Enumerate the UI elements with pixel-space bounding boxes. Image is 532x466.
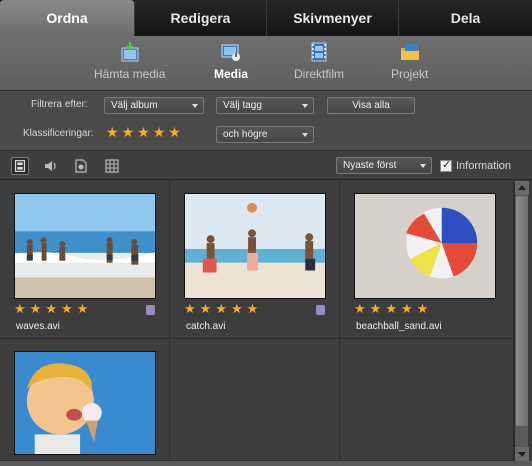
- star-icon[interactable]: ★: [168, 125, 181, 139]
- media-filename: waves.avi: [16, 321, 60, 332]
- filter-label: Filtrera efter:: [31, 99, 88, 110]
- view-toolbar: Nyaste först Information: [0, 150, 532, 180]
- media-item[interactable]: ★ ★ ★ ★ ★ beachball_sand.avi: [340, 181, 514, 339]
- star-icon[interactable]: ★: [137, 125, 150, 139]
- grid-scrollbar[interactable]: [514, 181, 529, 461]
- media-filename: beachball_sand.avi: [356, 321, 442, 332]
- chevron-down-icon: [302, 104, 308, 108]
- star-icon[interactable]: ★: [231, 302, 243, 316]
- project-label: Projekt: [391, 67, 429, 81]
- filter-panel: Filtrera efter: Välj album Välj tagg Vis…: [0, 90, 532, 150]
- bottom-edge: [0, 461, 532, 466]
- sort-select-value: Nyaste först: [343, 160, 397, 171]
- media-thumbnail[interactable]: [354, 193, 496, 299]
- star-icon[interactable]: ★: [215, 302, 227, 316]
- media-thumbnail[interactable]: [14, 193, 156, 299]
- star-icon[interactable]: ★: [417, 302, 429, 316]
- media-grid: ★ ★ ★ ★ ★ waves.avi ★ ★ ★ ★ ★ catch.avi …: [0, 181, 514, 461]
- media-filename: catch.avi: [186, 321, 226, 332]
- item-rating[interactable]: ★ ★ ★ ★ ★: [184, 302, 258, 316]
- video-filter-icon[interactable]: [11, 157, 29, 175]
- tag-select[interactable]: Välj tagg: [216, 97, 314, 114]
- rating-filter-stars[interactable]: ★ ★ ★ ★ ★: [106, 125, 181, 139]
- tab-redigera[interactable]: Redigera: [135, 0, 267, 36]
- item-rating[interactable]: ★ ★ ★ ★ ★: [354, 302, 428, 316]
- rating-label: Klassificeringar:: [23, 128, 94, 139]
- star-icon[interactable]: ★: [247, 302, 259, 316]
- item-rating[interactable]: ★ ★ ★ ★ ★: [14, 302, 88, 316]
- media-label: Media: [214, 67, 249, 81]
- album-select[interactable]: Välj album: [104, 97, 204, 114]
- tab-dela[interactable]: Dela: [399, 0, 532, 36]
- star-icon[interactable]: ★: [77, 302, 89, 316]
- tag-icon: [316, 305, 325, 315]
- media-thumbnail[interactable]: [14, 351, 156, 455]
- star-icon[interactable]: ★: [61, 302, 73, 316]
- star-icon[interactable]: ★: [401, 302, 413, 316]
- star-icon[interactable]: ★: [385, 302, 397, 316]
- scroll-thumb[interactable]: [516, 196, 528, 426]
- scroll-up-icon[interactable]: [515, 181, 529, 195]
- media-item[interactable]: [0, 339, 170, 461]
- star-icon[interactable]: ★: [370, 302, 382, 316]
- media-thumbnail[interactable]: [184, 193, 326, 299]
- rating-mode-value: och högre: [223, 129, 268, 140]
- sort-select[interactable]: Nyaste först: [336, 157, 432, 174]
- instant-movie-icon: [311, 42, 327, 62]
- star-icon[interactable]: ★: [153, 125, 166, 139]
- image-filter-icon[interactable]: [72, 157, 90, 175]
- star-icon[interactable]: ★: [184, 302, 196, 316]
- media-button[interactable]: Media: [214, 42, 248, 81]
- album-select-value: Välj album: [111, 100, 158, 111]
- get-media-icon: [121, 42, 139, 62]
- chevron-down-icon: [420, 164, 426, 168]
- sub-toolbar: Hämta media Media Direktfilm Projekt: [0, 36, 532, 90]
- tab-ordna[interactable]: Ordna: [0, 0, 135, 36]
- get-media-label: Hämta media: [94, 67, 166, 81]
- project-button[interactable]: Projekt: [391, 42, 428, 81]
- tag-select-value: Välj tagg: [223, 100, 262, 111]
- empty-grid-cell: [340, 339, 514, 461]
- media-item[interactable]: ★ ★ ★ ★ ★ catch.avi: [170, 181, 340, 339]
- scroll-down-icon[interactable]: [515, 447, 529, 461]
- show-all-button[interactable]: Visa alla: [327, 97, 415, 114]
- project-folder-icon: [400, 44, 419, 60]
- star-icon[interactable]: ★: [200, 302, 212, 316]
- rating-mode-select[interactable]: och högre: [216, 126, 314, 143]
- chevron-down-icon: [192, 104, 198, 108]
- get-media-button[interactable]: Hämta media: [94, 42, 165, 81]
- media-icon: [221, 44, 240, 61]
- chevron-down-icon: [302, 133, 308, 137]
- star-icon[interactable]: ★: [45, 302, 57, 316]
- star-icon[interactable]: ★: [30, 302, 42, 316]
- audio-filter-icon[interactable]: [42, 157, 60, 175]
- media-item[interactable]: ★ ★ ★ ★ ★ waves.avi: [0, 181, 170, 339]
- star-icon[interactable]: ★: [354, 302, 366, 316]
- instant-movie-button[interactable]: Direktfilm: [294, 42, 344, 81]
- grid-filter-icon[interactable]: [103, 157, 121, 175]
- empty-grid-cell: [170, 339, 340, 461]
- star-icon[interactable]: ★: [122, 125, 135, 139]
- tag-icon: [146, 305, 155, 315]
- star-icon[interactable]: ★: [106, 125, 119, 139]
- instant-movie-label: Direktfilm: [294, 67, 344, 81]
- tab-skivmenyer[interactable]: Skivmenyer: [267, 0, 399, 36]
- star-icon[interactable]: ★: [14, 302, 26, 316]
- information-checkbox[interactable]: [440, 158, 452, 172]
- main-tabs: Ordna Redigera Skivmenyer Dela: [0, 0, 532, 36]
- information-label: Information: [456, 160, 512, 172]
